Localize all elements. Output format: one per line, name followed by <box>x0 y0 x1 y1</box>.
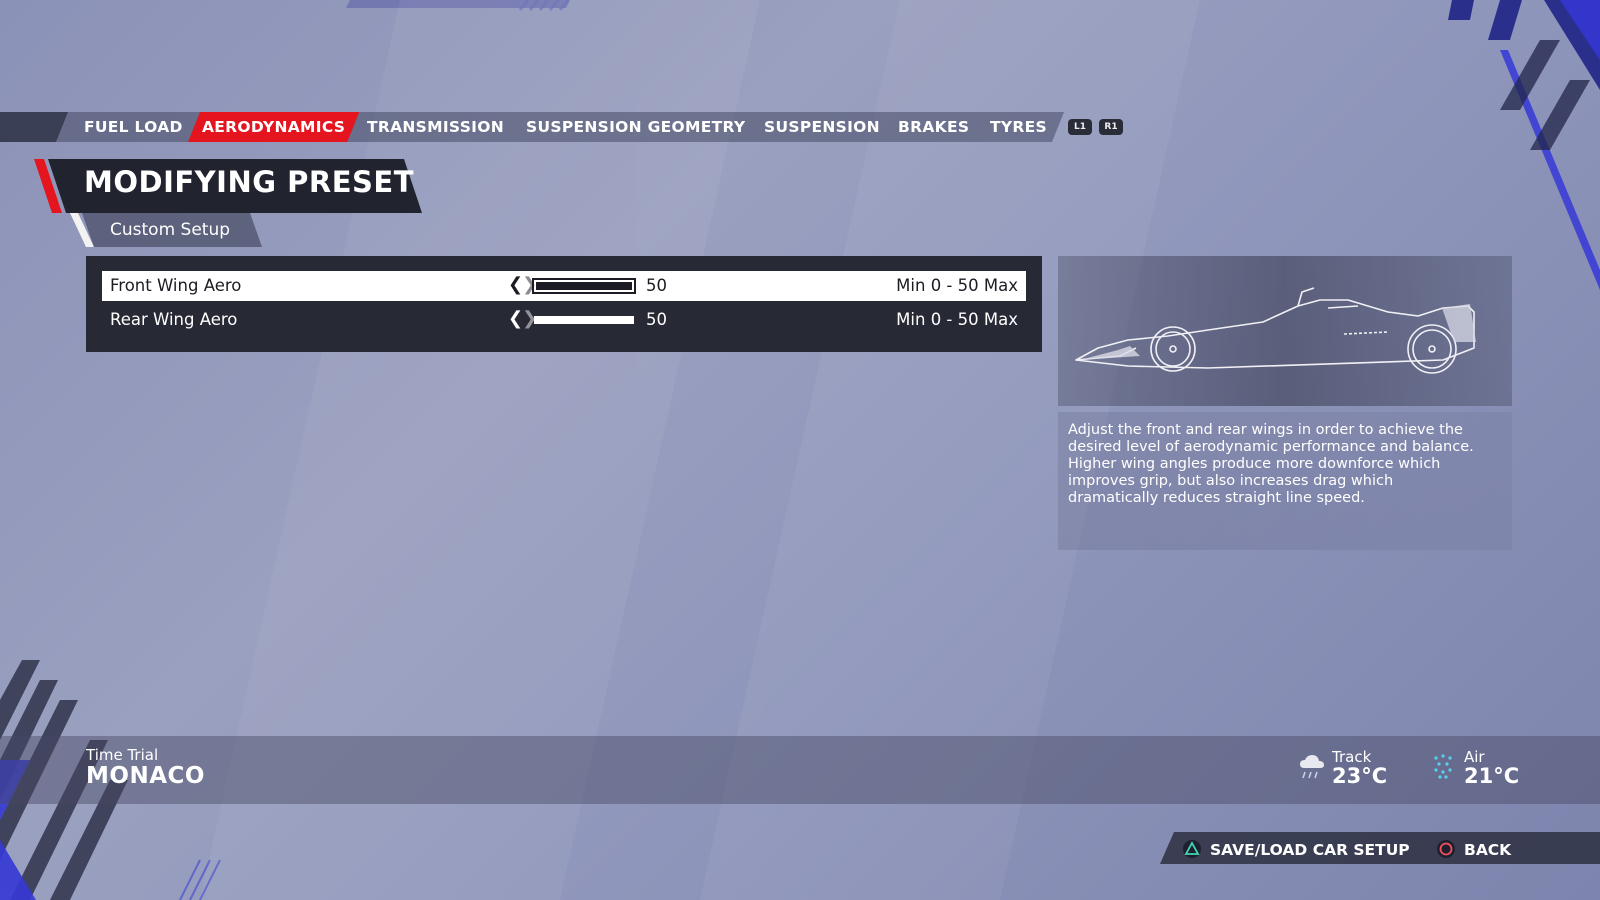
description-paragraph-2: Higher wing angles produce more downforc… <box>1068 456 1441 506</box>
circle-button-icon <box>1437 840 1455 858</box>
back-label: BACK <box>1464 841 1512 859</box>
setting-value-bar[interactable] <box>532 312 636 328</box>
snow-icon <box>1434 754 1452 779</box>
l1-button-icon[interactable]: L1 <box>1068 119 1092 135</box>
session-info-bar: Time Trial MONACO Track 23°C Air 21°C <box>0 736 1600 804</box>
setting-value-fill <box>534 316 634 324</box>
back-button[interactable]: BACK <box>1436 839 1511 859</box>
car-diagram-panel <box>1058 256 1512 406</box>
setting-value: 50 <box>646 310 667 329</box>
description-paragraph-1: Adjust the front and rear wings in order… <box>1068 422 1474 455</box>
setting-value: 50 <box>646 276 667 295</box>
description-panel: Adjust the front and rear wings in order… <box>1058 412 1512 550</box>
track-name: MONACO <box>86 763 205 789</box>
tab-brakes[interactable]: BRAKES <box>898 112 969 142</box>
aero-settings-panel: Front Wing Aero ❮❯ 50 Min 0 - 50 Max Rea… <box>86 256 1042 352</box>
game-mode: Time Trial <box>86 746 159 764</box>
tab-suspension[interactable]: SUSPENSION <box>764 112 880 142</box>
air-temp-value: 21°C <box>1464 764 1520 788</box>
f1-car-diagram-icon <box>1075 287 1476 374</box>
tab-fuel-load[interactable]: FUEL LOAD <box>84 112 183 142</box>
setting-row-front-wing[interactable]: Front Wing Aero ❮❯ 50 Min 0 - 50 Max <box>102 271 1026 301</box>
r1-button-icon[interactable]: R1 <box>1099 119 1123 135</box>
tab-tyres[interactable]: TYRES <box>990 112 1047 142</box>
setting-description: Adjust the front and rear wings in order… <box>1068 422 1488 507</box>
decrease-arrow-icon[interactable]: ❮ <box>508 274 523 295</box>
setting-row-rear-wing[interactable]: Rear Wing Aero ❮❯ 50 Min 0 - 50 Max <box>102 305 1026 335</box>
decrease-arrow-icon[interactable]: ❮ <box>508 308 523 329</box>
track-temp-value: 23°C <box>1332 764 1388 788</box>
tab-transmission[interactable]: TRANSMISSION <box>367 112 504 142</box>
page-title: MODIFYING PRESET <box>84 165 415 199</box>
setting-value-bar[interactable] <box>532 278 636 294</box>
save-load-setup-button[interactable]: SAVE/LOAD CAR SETUP <box>1182 839 1410 859</box>
preset-name: Custom Setup <box>110 220 231 240</box>
tab-suspension-geometry[interactable]: SUSPENSION GEOMETRY <box>526 112 745 142</box>
setting-range: Min 0 - 50 Max <box>896 276 1018 295</box>
setting-label: Front Wing Aero <box>110 276 242 295</box>
tab-aerodynamics[interactable]: AERODYNAMICS <box>188 112 359 142</box>
setting-label: Rear Wing Aero <box>110 310 238 329</box>
save-load-label: SAVE/LOAD CAR SETUP <box>1210 841 1410 859</box>
setting-range: Min 0 - 50 Max <box>896 310 1018 329</box>
setting-value-fill <box>536 282 632 290</box>
rain-cloud-icon <box>1300 755 1324 779</box>
triangle-button-icon <box>1183 840 1201 858</box>
